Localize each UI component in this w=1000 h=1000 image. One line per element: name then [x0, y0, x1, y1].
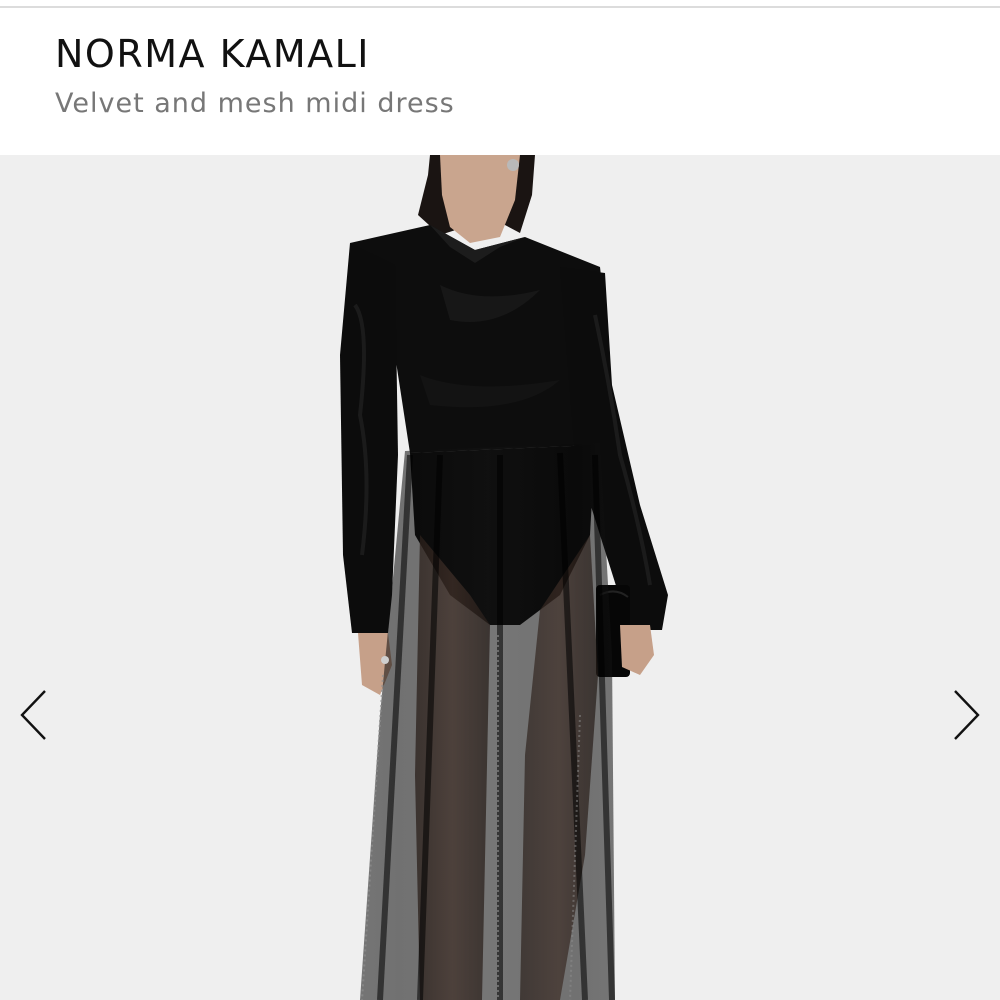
- product-photo: [340, 155, 668, 1000]
- top-divider: [0, 0, 1000, 8]
- product-title: Velvet and mesh midi dress: [55, 88, 455, 119]
- previous-image-button[interactable]: [10, 685, 58, 745]
- chevron-right-icon: [954, 690, 980, 740]
- product-header: NORMA KAMALI Velvet and mesh midi dress: [0, 8, 1000, 155]
- brand-name[interactable]: NORMA KAMALI: [55, 32, 370, 76]
- chevron-left-icon: [20, 690, 46, 740]
- next-image-button[interactable]: [942, 685, 990, 745]
- product-image-gallery[interactable]: [0, 155, 1000, 1000]
